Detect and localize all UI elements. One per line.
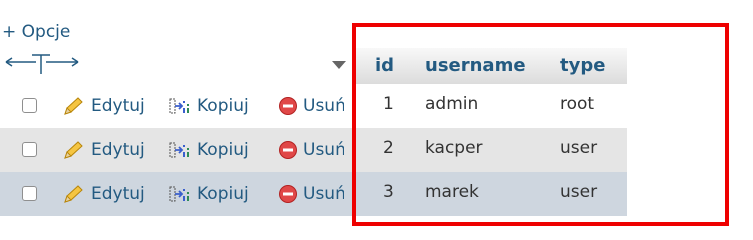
cell-username: marek <box>425 182 479 202</box>
delete-label: Usuń <box>303 140 344 160</box>
delete-label: Usuń <box>303 96 344 116</box>
column-header-id[interactable]: id <box>375 52 394 80</box>
copy-label: Kopiuj <box>197 96 249 116</box>
edit-label: Edytuj <box>91 184 145 204</box>
delete-button[interactable]: Usuń <box>278 172 344 216</box>
delete-button[interactable]: Usuń <box>278 128 344 172</box>
pencil-icon <box>64 141 83 159</box>
column-header-type[interactable]: type <box>560 52 605 80</box>
copy-button[interactable]: Kopiuj <box>168 172 249 216</box>
copy-button[interactable]: Kopiuj <box>168 84 249 128</box>
cell-username: kacper <box>425 138 483 158</box>
delete-icon <box>279 141 297 159</box>
cell-id: 1 <box>383 94 394 114</box>
table-row: Edytuj Kopiuj Usuń 2 kacper user <box>0 128 627 172</box>
column-header-username[interactable]: username <box>425 52 526 80</box>
cell-type: user <box>560 182 598 202</box>
copy-icon <box>169 186 189 202</box>
row-checkbox[interactable] <box>22 142 37 157</box>
edit-button[interactable]: Edytuj <box>62 84 145 128</box>
edit-button[interactable]: Edytuj <box>62 172 145 216</box>
table-row: Edytuj Kopiuj Usuń 3 marek user <box>0 172 627 216</box>
cell-id: 3 <box>383 182 394 202</box>
options-toggle-link[interactable]: + Opcje <box>2 22 70 42</box>
edit-button[interactable]: Edytuj <box>62 128 145 172</box>
edit-label: Edytuj <box>91 140 145 160</box>
copy-label: Kopiuj <box>197 140 249 160</box>
delete-icon <box>279 185 297 203</box>
pencil-icon <box>64 185 83 203</box>
copy-label: Kopiuj <box>197 184 249 204</box>
table-row: Edytuj Kopiuj Usuń 1 admin root <box>0 84 627 128</box>
delete-label: Usuń <box>303 184 344 204</box>
copy-icon <box>169 98 189 114</box>
sort-caret-icon[interactable] <box>332 61 346 69</box>
copy-button[interactable]: Kopiuj <box>168 128 249 172</box>
pencil-icon <box>64 97 83 115</box>
cell-type: root <box>560 94 595 114</box>
cell-type: user <box>560 138 598 158</box>
cell-id: 2 <box>383 138 394 158</box>
row-checkbox[interactable] <box>22 98 37 113</box>
row-checkbox[interactable] <box>22 186 37 201</box>
copy-icon <box>169 142 189 158</box>
edit-label: Edytuj <box>91 96 145 116</box>
column-arrows-icon <box>5 54 79 74</box>
delete-button[interactable]: Usuń <box>278 84 344 128</box>
delete-icon <box>279 97 297 115</box>
cell-username: admin <box>425 94 479 114</box>
